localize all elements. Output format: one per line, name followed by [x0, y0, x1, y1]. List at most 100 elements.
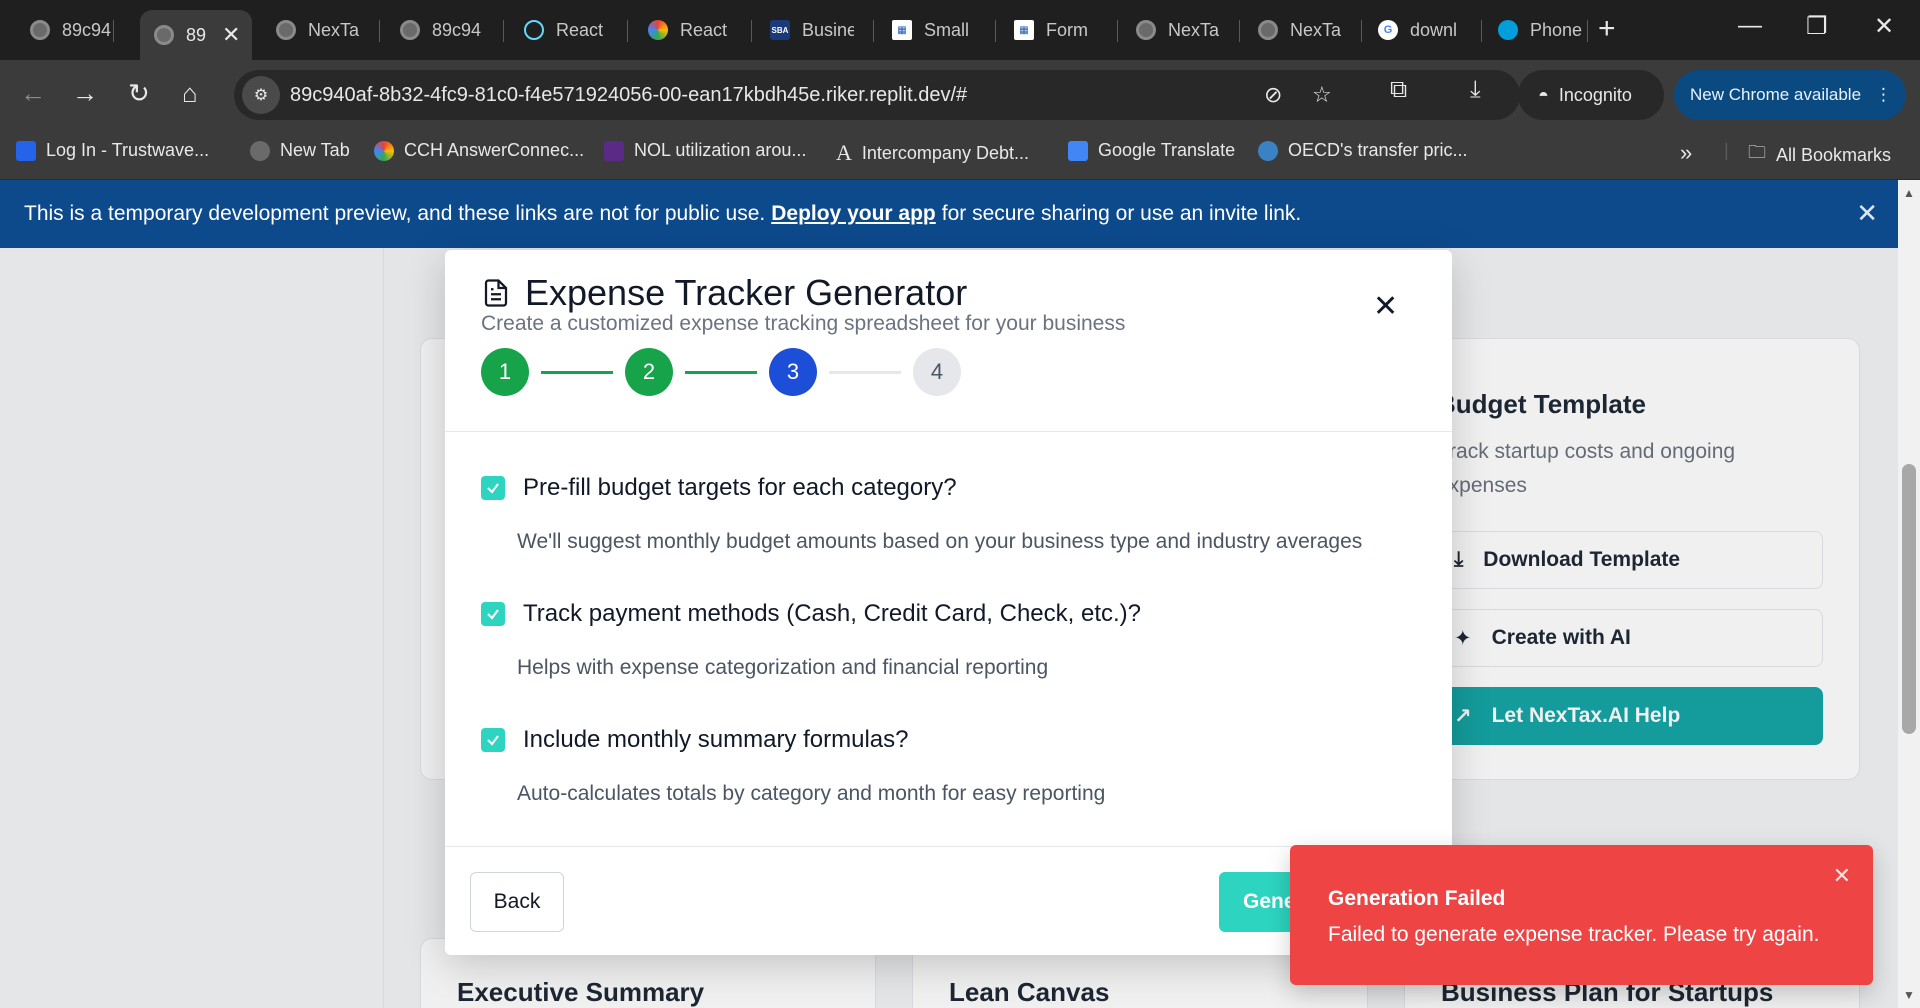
bookmark-label: Intercompany Debt... — [861, 142, 1029, 163]
browser-tab[interactable]: ▦ Form — [1000, 10, 1118, 50]
browser-tab[interactable]: Phone — [1484, 10, 1588, 50]
reload-icon[interactable]: ↻ — [128, 78, 150, 108]
back-arrow-icon[interactable]: ← — [20, 78, 46, 108]
scroll-down-icon[interactable]: ▼ — [1903, 988, 1915, 1002]
banner-close-icon[interactable]: ✕ — [1856, 198, 1878, 229]
bookmark-label: CCH AnswerConnec... — [404, 140, 585, 160]
browser-tab[interactable]: NexTa — [262, 10, 380, 50]
folder-icon: 🗀 — [1748, 142, 1766, 162]
bookmark-item[interactable]: A Intercompany Debt... — [836, 140, 1029, 166]
att-icon — [1498, 20, 1518, 40]
browser-tab[interactable]: NexTa — [1244, 10, 1362, 50]
forward-arrow-icon[interactable]: → — [72, 78, 98, 108]
option-track-payment-methods: Track payment methods (Cash, Credit Card… — [481, 600, 1141, 680]
incognito-indicator[interactable]: ◓ Incognito — [1518, 70, 1664, 120]
step-3: 3 — [769, 348, 817, 396]
tab-separator — [379, 20, 380, 42]
tab-title: NexTa — [308, 19, 360, 40]
scrollbar-thumb[interactable] — [1902, 464, 1916, 734]
option-monthly-summary: Include monthly summary formulas? Auto-c… — [481, 726, 1105, 806]
prefill-budget-label[interactable]: Pre-fill budget targets for each categor… — [523, 474, 957, 502]
bookmark-item[interactable]: Log In - Trustwave... — [16, 140, 209, 161]
tab-search-icon[interactable]: ⧉ — [1390, 76, 1407, 104]
tab-separator — [1481, 20, 1482, 42]
tab-separator — [1587, 20, 1588, 42]
incognito-label: Incognito — [1558, 84, 1632, 105]
url-text[interactable]: 89c940af-8b32-4fc9-81c0-f4e571924056-00-… — [290, 84, 967, 107]
more-bookmarks-icon[interactable]: » — [1680, 140, 1692, 166]
check-icon — [487, 609, 499, 620]
tab-title: Small — [924, 19, 970, 40]
tab-separator — [1361, 20, 1362, 42]
all-bookmarks-button[interactable]: 🗀 All Bookmarks — [1748, 140, 1891, 170]
browser-tab[interactable]: NexTa — [1122, 10, 1240, 50]
tab-title: NexTa — [1168, 19, 1220, 40]
modal-header: Expense Tracker Generator Create a custo… — [445, 250, 1452, 432]
intercompany-icon: A — [836, 140, 852, 165]
site-info-icon[interactable]: ⚙ — [242, 76, 280, 114]
minimize-icon[interactable]: — — [1738, 12, 1762, 40]
browser-tab[interactable]: React — [510, 10, 628, 50]
bookmarks-divider: | — [1724, 140, 1729, 160]
bookmark-item[interactable]: CCH AnswerConnec... — [374, 140, 584, 161]
modal-close-icon[interactable]: ✕ — [1373, 292, 1398, 322]
restore-icon[interactable]: ❐ — [1806, 12, 1828, 41]
browser-tab[interactable]: G downl — [1364, 10, 1482, 50]
kebab-menu-icon[interactable]: ⋮ — [1875, 85, 1892, 105]
tab-separator — [995, 20, 996, 42]
download-icon[interactable]: ⤓ — [1470, 76, 1481, 104]
bookmark-item[interactable]: Google Translate — [1068, 140, 1235, 161]
browser-tab-active[interactable]: 89 ✕ — [140, 10, 252, 60]
browser-tab[interactable]: React — [634, 10, 752, 50]
eye-off-icon[interactable]: ⊘ — [1264, 82, 1282, 108]
track-payment-label[interactable]: Track payment methods (Cash, Credit Card… — [523, 600, 1141, 628]
nol-icon — [604, 140, 624, 161]
bookmark-star-icon[interactable]: ☆ — [1312, 82, 1332, 108]
bookmark-item[interactable]: New Tab — [250, 140, 350, 161]
tab-title: React — [680, 19, 728, 40]
browser-tab[interactable]: 89c94 — [386, 10, 504, 50]
banner-text-before: This is a temporary development preview,… — [24, 202, 766, 225]
scroll-up-icon[interactable]: ▲ — [1903, 186, 1915, 200]
deploy-app-link[interactable]: Deploy your app — [771, 202, 936, 226]
bookmark-item[interactable]: OECD's transfer pric... — [1258, 140, 1467, 161]
document-icon — [484, 279, 508, 307]
home-icon[interactable]: ⌂ — [182, 78, 198, 108]
page-scrollbar[interactable]: ▲ ▼ — [1898, 180, 1920, 1008]
error-toast: Generation Failed Failed to generate exp… — [1290, 845, 1873, 985]
banner-text-after: for secure sharing or use an invite link… — [941, 202, 1302, 225]
monthly-summary-checkbox[interactable] — [481, 728, 505, 752]
react-icon — [524, 20, 544, 40]
step-indicator: 1 2 3 4 — [481, 348, 961, 396]
incognito-icon: ◓ — [1538, 84, 1549, 105]
prefill-budget-checkbox[interactable] — [481, 476, 505, 500]
step-2: 2 — [625, 348, 673, 396]
browser-tab[interactable]: ▦ Small — [878, 10, 996, 50]
dev-preview-banner: This is a temporary development preview,… — [0, 180, 1898, 248]
bookmarks-bar: Log In - Trustwave... New Tab CCH Answer… — [0, 128, 1920, 180]
close-tab-icon[interactable]: ✕ — [222, 22, 240, 48]
new-chrome-available-button[interactable]: New Chrome available ⋮ — [1674, 70, 1906, 120]
browser-tab[interactable]: 89c94 — [16, 10, 114, 50]
globe-icon — [400, 20, 420, 40]
bookmark-item[interactable]: NOL utilization arou... — [604, 140, 806, 161]
new-chrome-label: New Chrome available — [1690, 85, 1862, 104]
tab-separator — [873, 20, 874, 42]
toast-close-icon[interactable]: ✕ — [1833, 863, 1851, 889]
back-button[interactable]: Back — [470, 872, 564, 932]
browser-tab-strip: 89c94 89 ✕ NexTa 89c94 React React SBA B… — [0, 0, 1920, 60]
tab-title: Phone — [1530, 19, 1582, 40]
all-bookmarks-label: All Bookmarks — [1776, 144, 1892, 165]
tab-title: Form — [1046, 19, 1088, 40]
google-translate-icon — [1068, 140, 1088, 161]
bookmark-label: Log In - Trustwave... — [46, 140, 210, 160]
track-payment-checkbox[interactable] — [481, 602, 505, 626]
step-connector — [829, 370, 901, 374]
address-bar[interactable]: ⚙ 89c940af-8b32-4fc9-81c0-f4e571924056-0… — [234, 70, 1520, 120]
tab-separator — [1117, 20, 1118, 42]
browser-tab[interactable]: SBA Busine — [756, 10, 874, 50]
tab-separator — [1239, 20, 1240, 42]
monthly-summary-label[interactable]: Include monthly summary formulas? — [523, 726, 908, 754]
window-close-icon[interactable]: ✕ — [1874, 12, 1894, 41]
new-tab-icon[interactable]: + — [1598, 14, 1616, 44]
